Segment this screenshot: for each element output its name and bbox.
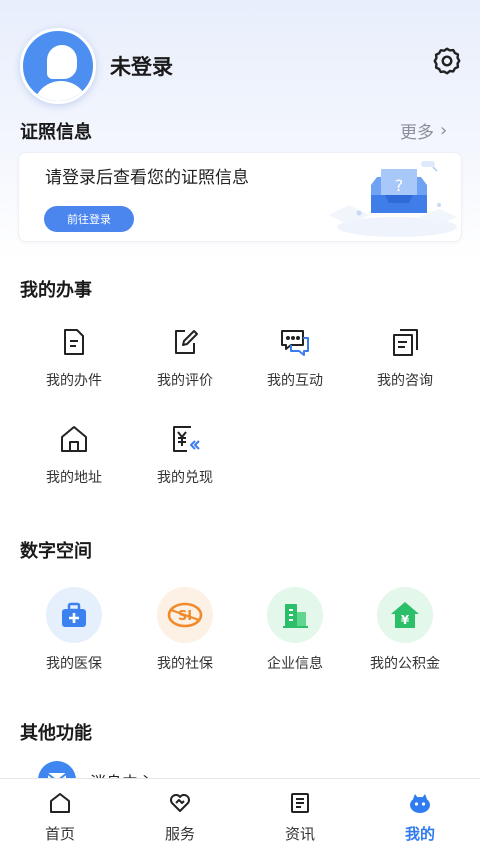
home-tab-icon xyxy=(50,793,70,813)
my-social-security-label: 我的社保 xyxy=(157,656,213,672)
profile-header[interactable]: 未登录 xyxy=(20,28,173,104)
mine-icon xyxy=(410,794,430,813)
other-functions-title: 其他功能 xyxy=(20,723,92,744)
enterprise-info-item[interactable]: 企业信息 xyxy=(240,587,350,673)
certificates-title: 证照信息 xyxy=(20,122,92,143)
avatar[interactable] xyxy=(20,28,96,104)
document-icon xyxy=(64,329,84,355)
avatar-head-shape xyxy=(47,45,77,79)
yuan-icon xyxy=(173,426,200,452)
username[interactable]: 未登录 xyxy=(110,51,173,81)
building-icon xyxy=(283,604,308,628)
my-interactions-label: 我的互动 xyxy=(267,373,323,389)
tab-mine-label: 我的 xyxy=(404,825,435,843)
enterprise-info-label: 企业信息 xyxy=(267,656,323,672)
my-consultations-label: 我的咨询 xyxy=(377,373,433,389)
tab-service-label: 服务 xyxy=(164,825,195,843)
avatar-body-shape xyxy=(33,81,89,101)
chevron-right-icon: › xyxy=(440,120,448,141)
housing-fund-circle: ¥ xyxy=(377,587,433,643)
chat-icon xyxy=(281,330,309,356)
my-consultations-item[interactable]: 我的咨询 xyxy=(350,326,460,406)
tab-service[interactable]: 服务 xyxy=(120,779,240,853)
my-housing-fund-item[interactable]: ¥ 我的公积金 xyxy=(350,587,460,673)
medical-circle xyxy=(46,587,102,643)
digital-space-title: 数字空间 xyxy=(20,541,92,562)
tab-home-label: 首页 xyxy=(44,825,75,843)
tab-home[interactable]: 首页 xyxy=(0,779,120,853)
my-cases-label: 我的办件 xyxy=(46,373,102,389)
service-icon xyxy=(170,794,190,812)
more-label: 更多 xyxy=(400,123,434,143)
my-interactions-item[interactable]: 我的互动 xyxy=(240,326,350,406)
tab-news-label: 资讯 xyxy=(284,825,315,843)
my-reviews-label: 我的评价 xyxy=(157,373,213,389)
home-icon xyxy=(61,426,87,452)
certificates-prompt: 请登录后查看您的证照信息 xyxy=(45,168,249,188)
social-security-circle: SI xyxy=(157,587,213,643)
tab-news[interactable]: 资讯 xyxy=(240,779,360,853)
svg-text:¥: ¥ xyxy=(401,613,410,627)
my-reviews-item[interactable]: 我的评价 xyxy=(130,326,240,406)
social-security-icon: SI xyxy=(167,602,203,628)
news-icon xyxy=(291,793,309,813)
my-redemption-item[interactable]: 我的兑现 xyxy=(130,423,240,503)
svg-text:?: ? xyxy=(395,176,404,195)
my-housing-fund-label: 我的公积金 xyxy=(370,656,440,672)
my-affairs-title: 我的办事 xyxy=(20,280,92,301)
tab-mine[interactable]: 我的 xyxy=(360,779,480,853)
certificates-card: 请登录后查看您的证照信息 前往登录 ? xyxy=(18,152,462,242)
my-social-security-item[interactable]: SI 我的社保 xyxy=(130,587,240,673)
enterprise-circle xyxy=(267,587,323,643)
housing-fund-icon: ¥ xyxy=(391,602,419,628)
edit-icon xyxy=(175,330,198,354)
bottom-tab-bar: 首页 服务 资讯 我的 xyxy=(0,778,480,853)
my-redemption-label: 我的兑现 xyxy=(157,470,213,486)
copy-icon xyxy=(393,329,418,356)
certificates-more-link[interactable]: 更多 › xyxy=(400,118,447,143)
my-address-label: 我的地址 xyxy=(46,470,102,486)
my-medical-insurance-item[interactable]: 我的医保 xyxy=(19,587,129,673)
medical-kit-icon xyxy=(62,602,86,627)
login-button[interactable]: 前往登录 xyxy=(44,206,134,232)
my-cases-item[interactable]: 我的办件 xyxy=(19,326,129,406)
my-medical-insurance-label: 我的医保 xyxy=(46,656,102,672)
my-address-item[interactable]: 我的地址 xyxy=(19,423,129,503)
empty-box-illustration-icon: ? xyxy=(329,161,457,237)
settings-gear-icon[interactable] xyxy=(431,45,463,77)
